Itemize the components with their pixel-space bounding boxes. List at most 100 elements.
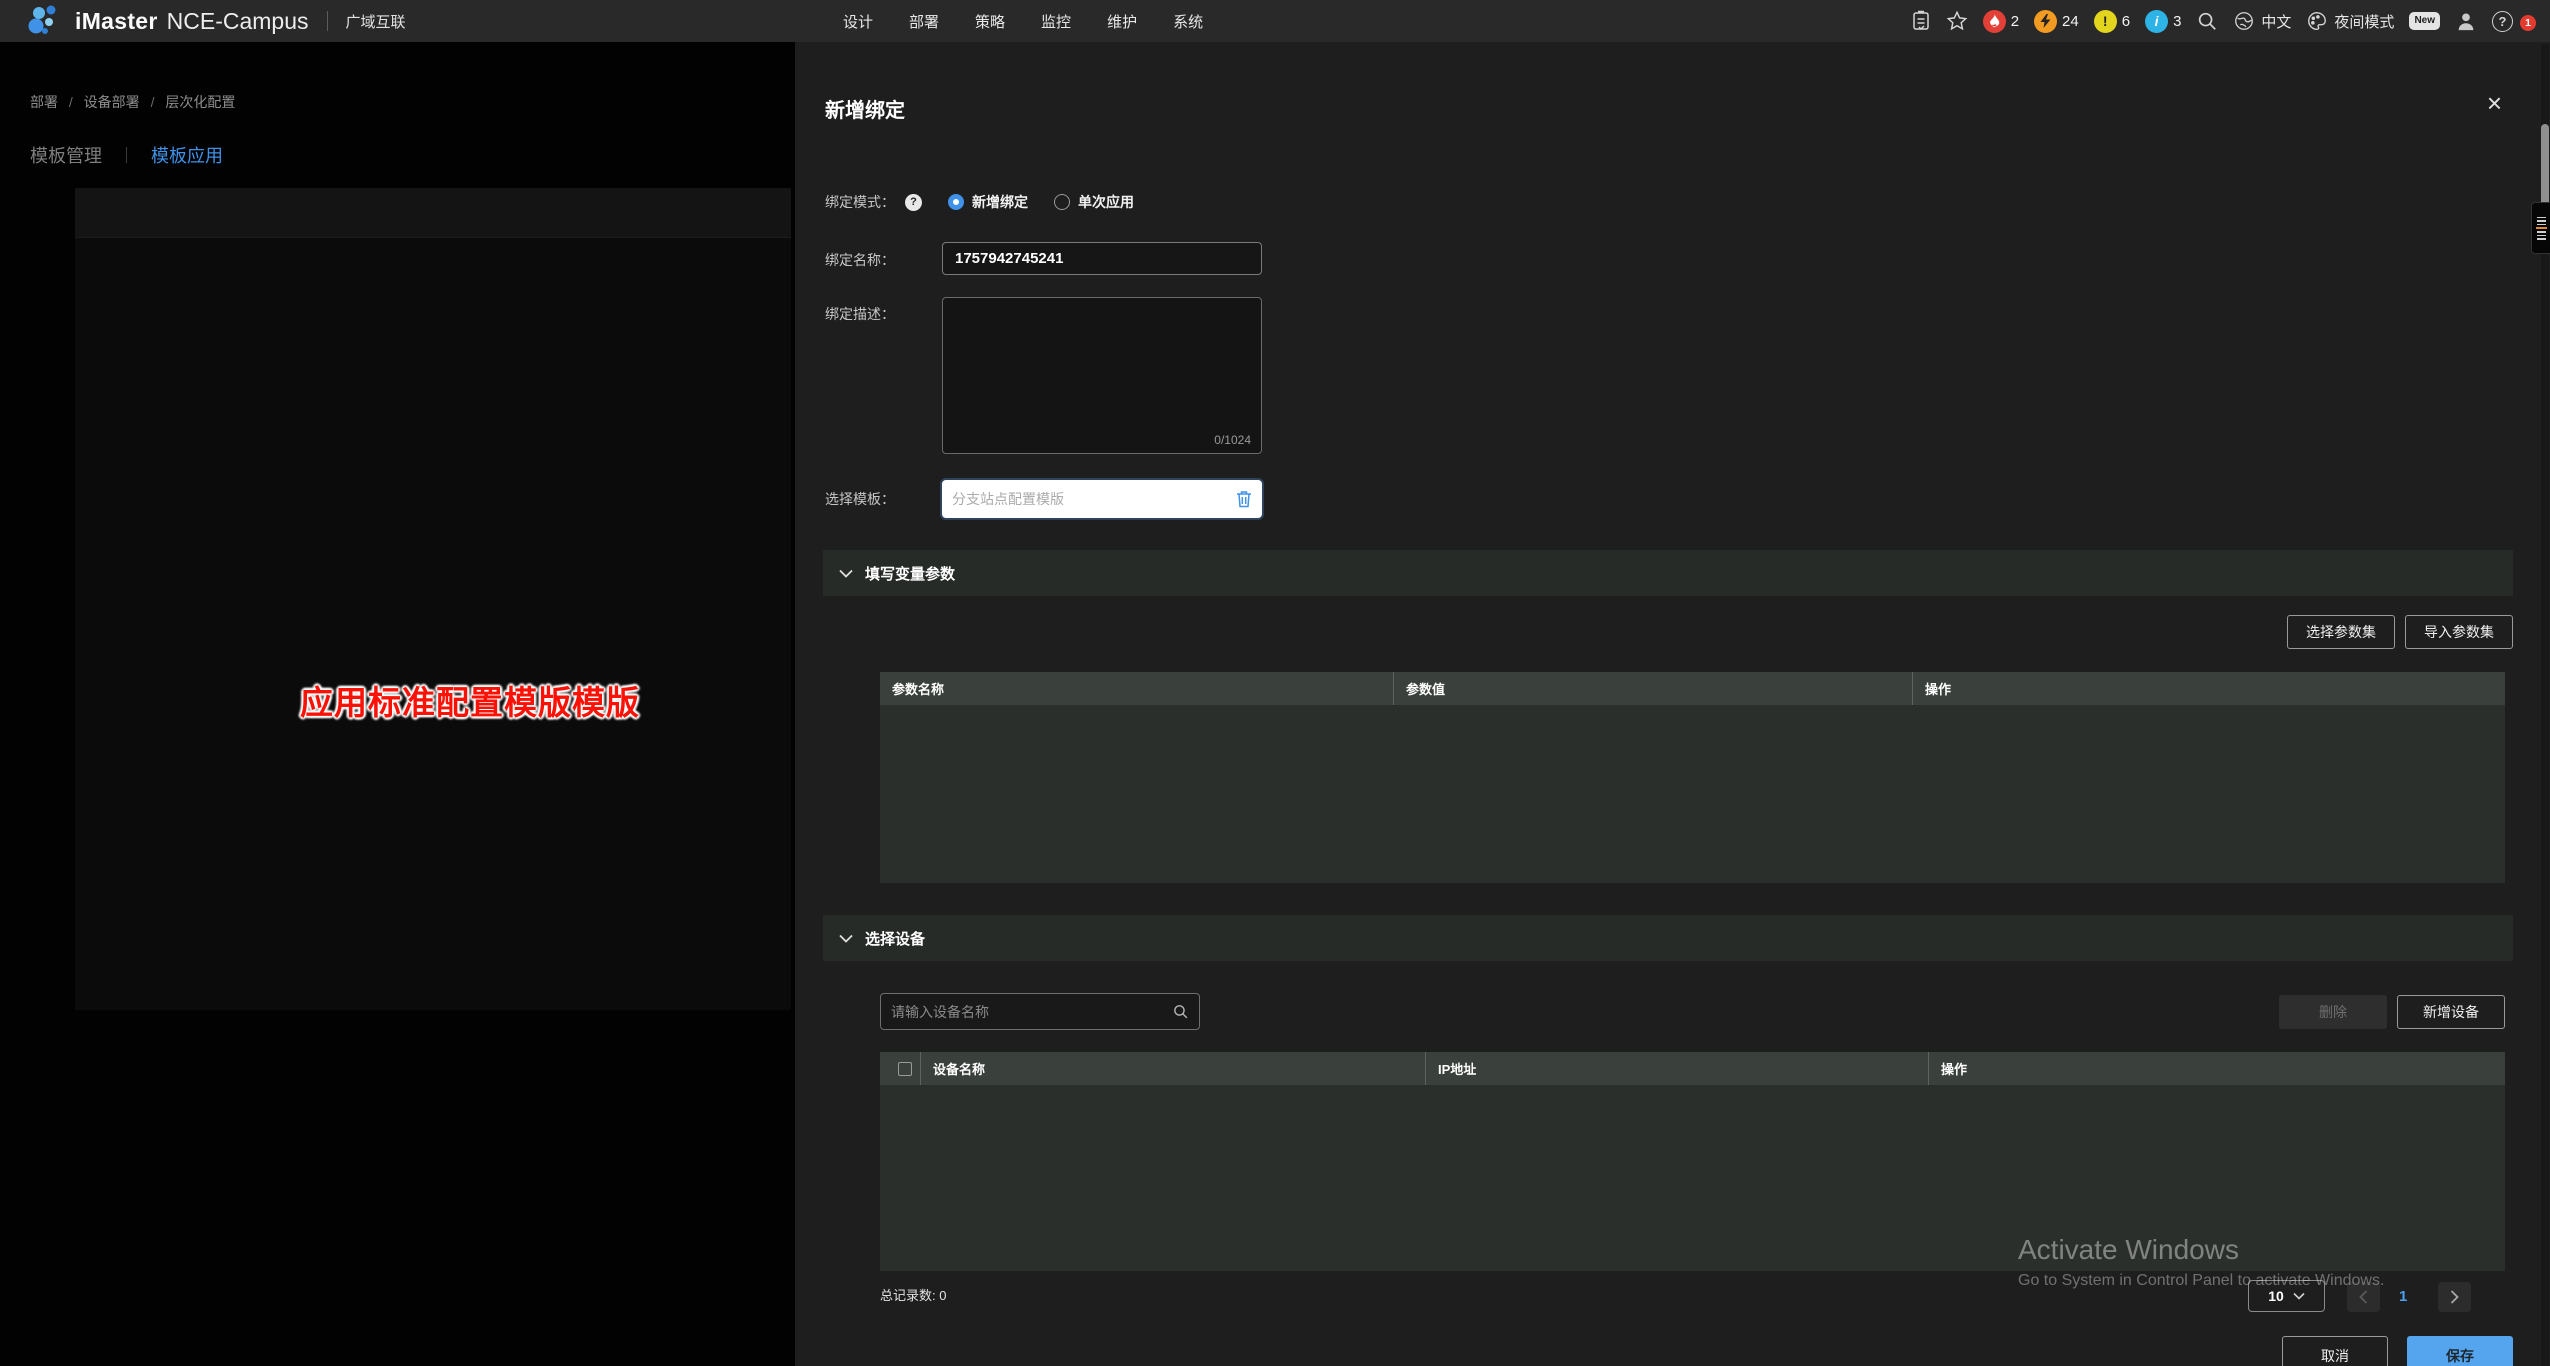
breadcrumb-deploy[interactable]: 部署 [30, 94, 58, 110]
param-name-header: 参数名称 [880, 672, 1393, 705]
info-alarm-count: 3 [2173, 13, 2181, 30]
section-select-device-title: 选择设备 [865, 928, 925, 949]
language-switcher[interactable]: 中文 [2233, 10, 2291, 32]
minor-exclamation-icon: ! [2094, 10, 2117, 33]
radio-new-binding-label: 新增绑定 [972, 192, 1028, 212]
language-label: 中文 [2261, 11, 2291, 32]
binding-description-wrap: 0/1024 [942, 297, 1262, 454]
chevron-down-icon [839, 569, 853, 578]
tasklist-icon[interactable] [1911, 10, 1931, 32]
major-lightning-icon [2034, 10, 2057, 33]
alarm-critical[interactable]: 2 [1983, 10, 2019, 33]
critical-flame-icon [1983, 10, 2006, 33]
select-template-label: 选择模板： [825, 489, 895, 509]
radio-unselected-icon [1054, 194, 1070, 210]
page-size-value: 10 [2268, 1288, 2284, 1304]
whats-new-icon[interactable]: New [2409, 12, 2440, 30]
search-icon[interactable] [1172, 1003, 1189, 1020]
major-alarm-count: 24 [2062, 13, 2079, 30]
critical-alarm-count: 2 [2011, 13, 2019, 30]
radio-single-apply[interactable]: 单次应用 [1054, 192, 1134, 212]
param-table-header: 参数名称 参数值 操作 [880, 672, 2505, 705]
breadcrumb-separator: / [69, 94, 73, 110]
tab-template-management[interactable]: 模板管理 [30, 142, 102, 168]
device-toolbar: 删除 新增设备 [880, 993, 2505, 1030]
binding-name-label: 绑定名称： [825, 250, 895, 270]
section-select-device[interactable]: 选择设备 [823, 915, 2513, 961]
red-annotation-text: 应用标准配置模版模版 [300, 676, 640, 724]
menu-maintain[interactable]: 维护 [1107, 11, 1137, 32]
favorite-star-icon[interactable] [1946, 10, 1968, 32]
binding-description-label: 绑定描述： [825, 304, 895, 324]
template-list-toolbar [75, 188, 791, 238]
chevron-down-icon [2293, 1292, 2305, 1300]
total-records-label: 总记录数: 0 [880, 1285, 946, 1304]
alarm-info[interactable]: i 3 [2145, 10, 2181, 33]
search-icon[interactable] [2196, 10, 2218, 32]
breadcrumb-separator: / [151, 94, 155, 110]
param-table: 参数名称 参数值 操作 [880, 672, 2505, 883]
current-page-number[interactable]: 1 [2399, 1288, 2407, 1305]
select-template-box[interactable] [942, 480, 1262, 518]
device-search-input[interactable] [891, 1004, 1172, 1020]
device-table-body-empty [880, 1085, 2505, 1271]
binding-mode-options: 新增绑定 单次应用 [948, 192, 1134, 212]
chevron-left-icon [2359, 1290, 2368, 1304]
binding-name-input[interactable] [942, 242, 1262, 275]
tab-template-application[interactable]: 模板应用 [151, 142, 223, 168]
product-name: iMaster [75, 8, 158, 35]
breadcrumb-device-deploy[interactable]: 设备部署 [84, 94, 140, 110]
section-variable-params[interactable]: 填写变量参数 [823, 550, 2513, 596]
floating-toolbar-widget[interactable] [2531, 202, 2550, 254]
trash-icon[interactable] [1236, 490, 1252, 508]
template-tabs: 模板管理 模板应用 [30, 142, 223, 168]
select-param-set-button[interactable]: 选择参数集 [2287, 615, 2395, 649]
ip-address-header: IP地址 [1425, 1052, 1928, 1085]
help-icon[interactable]: ? [2492, 11, 2513, 32]
binding-mode-help-icon[interactable]: ? [905, 194, 922, 211]
device-search-box[interactable] [880, 993, 1200, 1030]
tab-divider [126, 147, 127, 163]
menu-monitor[interactable]: 监控 [1041, 11, 1071, 32]
close-icon[interactable]: × [2487, 90, 2502, 116]
cancel-button[interactable]: 取消 [2282, 1336, 2388, 1366]
add-device-button[interactable]: 新增设备 [2397, 995, 2505, 1029]
select-all-checkbox[interactable] [898, 1062, 912, 1076]
next-page-button[interactable] [2438, 1282, 2471, 1312]
char-counter: 0/1024 [1214, 433, 1251, 447]
chevron-down-icon [839, 934, 853, 943]
binding-mode-label: 绑定模式： [825, 192, 895, 212]
menu-design[interactable]: 设计 [843, 11, 873, 32]
workspace-label: 广域互联 [346, 11, 406, 32]
user-icon[interactable] [2455, 10, 2477, 32]
param-table-body-empty [880, 705, 2505, 883]
menu-system[interactable]: 系统 [1173, 11, 1203, 32]
suite-name: NCE-Campus [167, 8, 309, 35]
theme-toggle[interactable]: 夜间模式 [2306, 10, 2394, 32]
device-table: 设备名称 IP地址 操作 [880, 1052, 2505, 1271]
menu-policy[interactable]: 策略 [975, 11, 1005, 32]
select-template-input[interactable] [952, 491, 1236, 507]
brand: iMaster NCE-Campus 广域互联 [26, 0, 406, 42]
save-button[interactable]: 保存 [2407, 1336, 2513, 1366]
info-icon: i [2145, 10, 2168, 33]
breadcrumb: 部署 / 设备部署 / 层次化配置 [30, 92, 235, 112]
main-menu: 设计 部署 策略 监控 维护 系统 [843, 0, 1203, 42]
section-variable-params-title: 填写变量参数 [865, 563, 955, 584]
alarm-major[interactable]: 24 [2034, 10, 2079, 33]
param-value-header: 参数值 [1393, 672, 1912, 705]
import-param-set-button[interactable]: 导入参数集 [2405, 615, 2513, 649]
binding-description-textarea[interactable] [943, 298, 1261, 453]
delete-device-button[interactable]: 删除 [2279, 995, 2387, 1029]
binding-mode-row: 绑定模式： ? 新增绑定 单次应用 [825, 192, 1134, 212]
radio-new-binding[interactable]: 新增绑定 [948, 192, 1028, 212]
left-panel: 部署 / 设备部署 / 层次化配置 模板管理 模板应用 应用标准配置模版模版 [0, 42, 795, 1366]
radio-selected-icon [948, 194, 964, 210]
brand-divider [327, 11, 328, 31]
breadcrumb-hierarchical-config: 层次化配置 [165, 94, 235, 110]
alarm-minor[interactable]: ! 6 [2094, 10, 2130, 33]
scrollbar-thumb[interactable] [2541, 124, 2549, 210]
menu-deploy[interactable]: 部署 [909, 11, 939, 32]
device-operation-header: 操作 [1928, 1052, 2505, 1085]
device-table-header: 设备名称 IP地址 操作 [880, 1052, 2505, 1085]
